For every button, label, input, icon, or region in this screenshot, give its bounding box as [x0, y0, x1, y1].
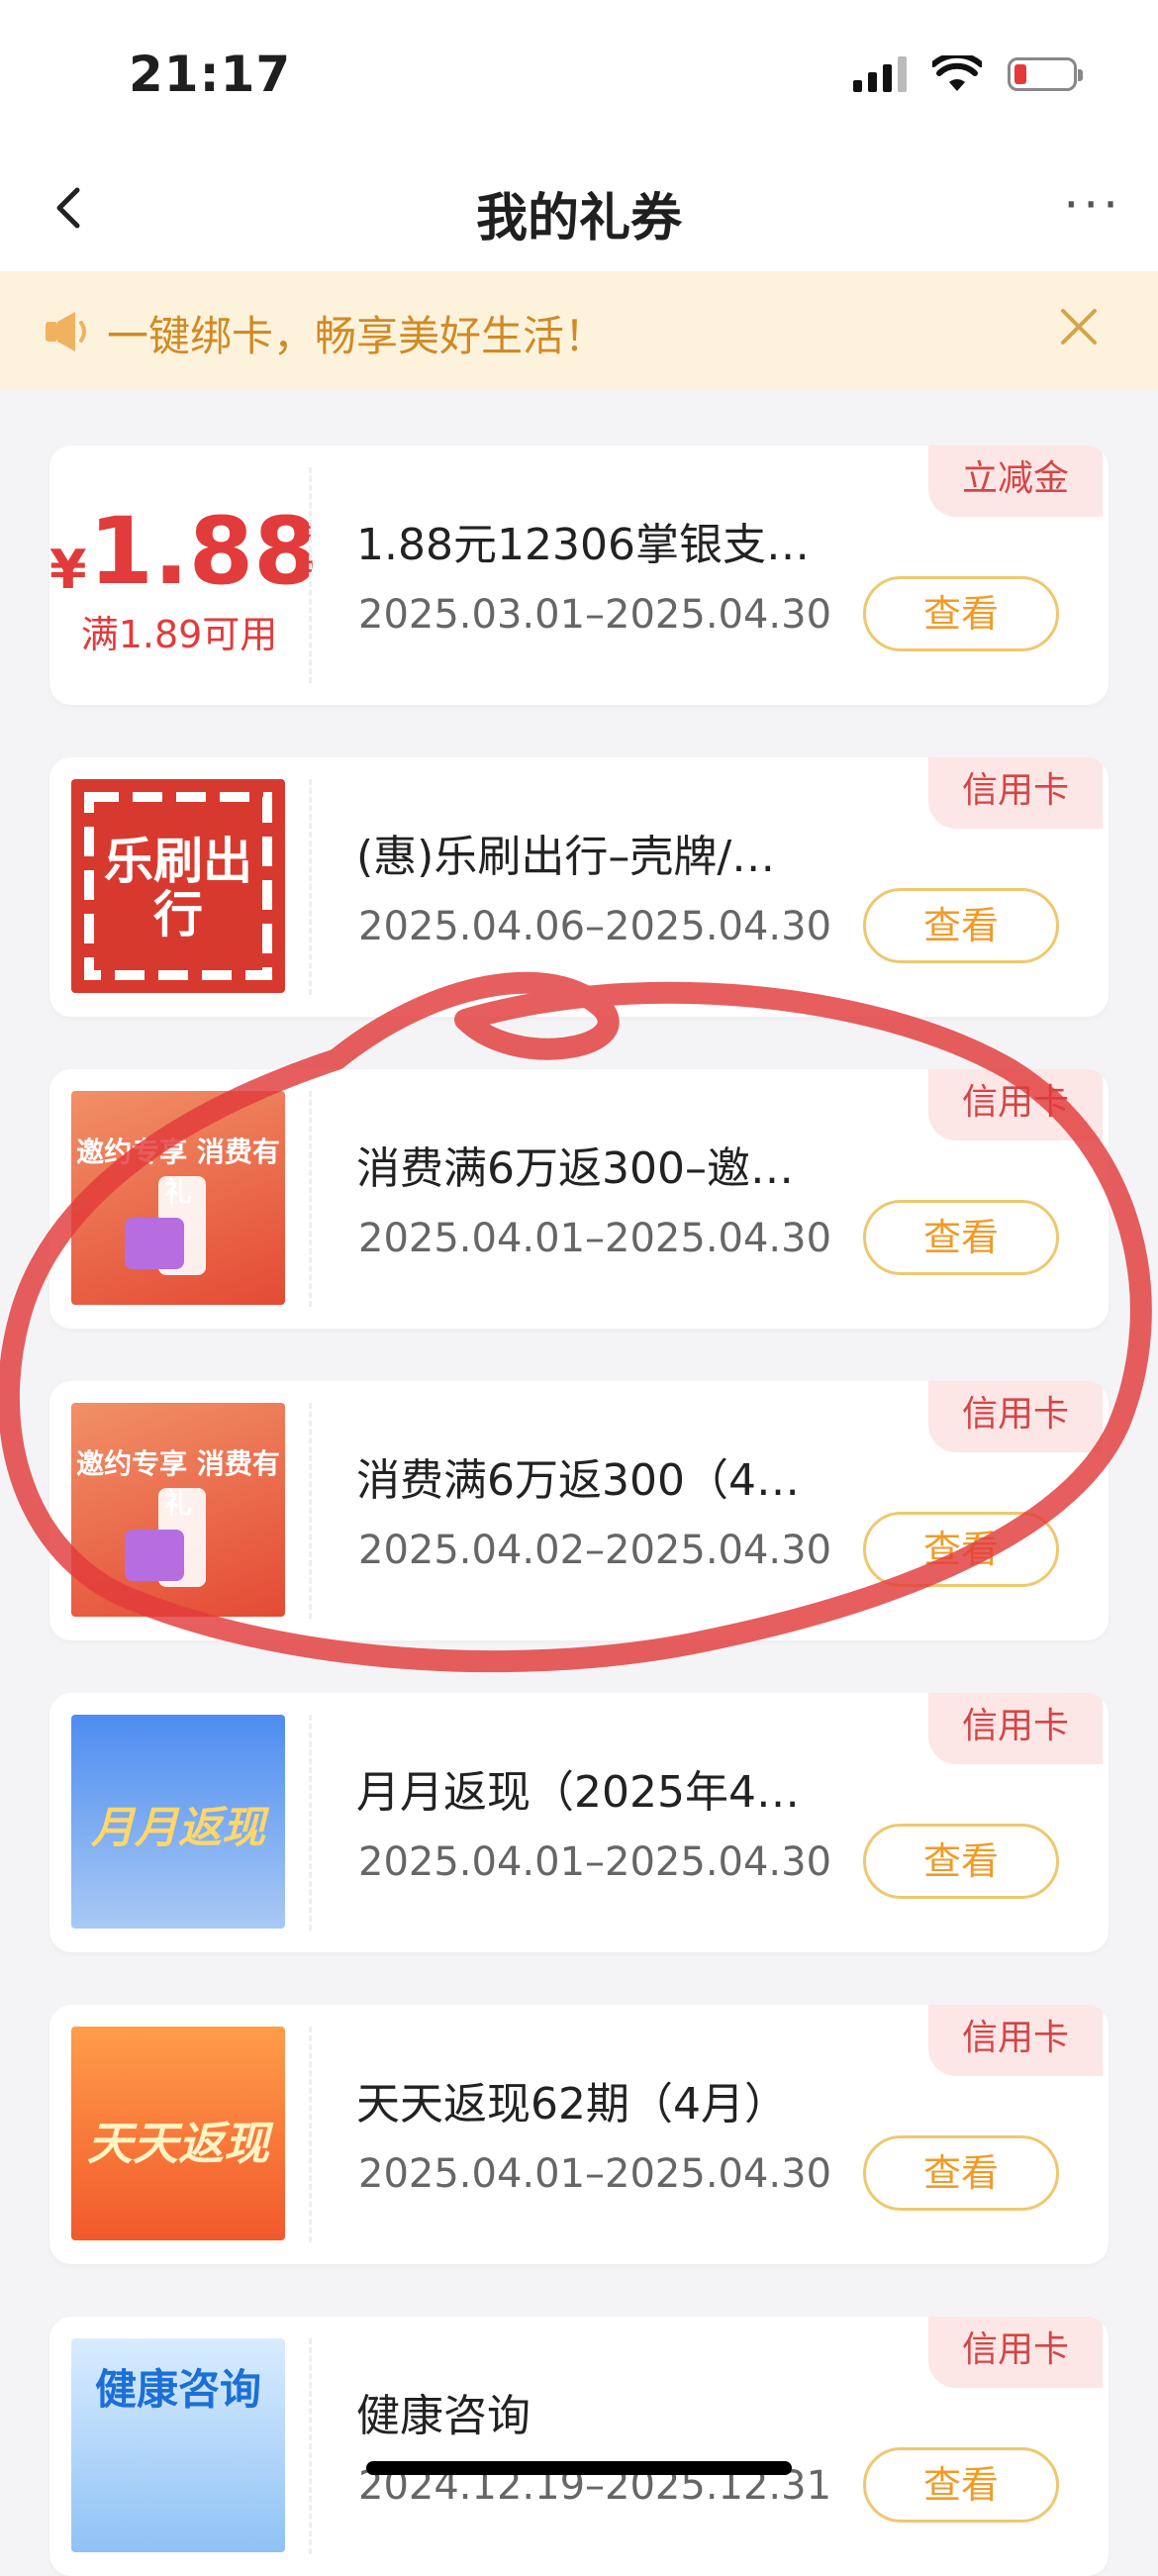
- view-button[interactable]: 查看: [863, 888, 1059, 963]
- card-divider: [309, 467, 312, 683]
- thumb-text: 健康咨询: [94, 2365, 261, 2414]
- coupon-title: 月月返现（2025年4…: [356, 1767, 800, 1818]
- coupon-thumbnail: 乐刷出行: [71, 779, 285, 993]
- coupon-type-badge: 信用卡: [928, 1069, 1103, 1140]
- view-button[interactable]: 查看: [863, 2447, 1059, 2523]
- coupon-type-badge: 信用卡: [928, 2317, 1103, 2388]
- card-divider: [309, 2338, 312, 2554]
- coupon-card[interactable]: 信用卡 健康咨询 健康咨询 2024.12.19–2025.12.31 查看: [49, 2317, 1109, 2576]
- status-time: 21:17: [129, 46, 292, 103]
- view-button[interactable]: 查看: [863, 1512, 1059, 1587]
- speaker-icon: [46, 312, 86, 351]
- view-button[interactable]: 查看: [863, 2135, 1059, 2211]
- card-divider: [309, 1091, 312, 1307]
- thumb-text: 乐刷出行: [104, 833, 252, 943]
- status-icons: [853, 55, 1083, 93]
- currency-symbol: ¥: [49, 539, 87, 601]
- coupon-thumbnail: 月月返现: [71, 1715, 285, 1929]
- card-divider: [309, 2027, 312, 2242]
- notice-banner[interactable]: 一键绑卡，畅享美好生活！: [0, 271, 1158, 390]
- view-button[interactable]: 查看: [863, 576, 1059, 651]
- coupon-card[interactable]: 信用卡 邀约专享 消费有礼 消费满6万返300–邀… 2025.04.01–20…: [49, 1069, 1109, 1329]
- notice-text: 一键绑卡，畅享美好生活！: [107, 312, 607, 360]
- coupon-validity: 2025.03.01–2025.04.30: [358, 592, 832, 638]
- more-options-icon[interactable]: ···: [1063, 176, 1122, 234]
- coupon-thumbnail: 邀约专享 消费有礼: [71, 1403, 285, 1617]
- coupon-card[interactable]: 信用卡 月月返现 月月返现（2025年4… 2025.04.01–2025.04…: [49, 1693, 1109, 1952]
- coupon-title: 天天返现62期（4月）: [356, 2079, 788, 2130]
- amount-condition: 满1.89可用: [80, 613, 278, 656]
- page-title: 我的礼券: [475, 189, 682, 248]
- coupon-card[interactable]: 立减金 ¥1.88 满1.89可用 1.88元12306掌银支… 2025.03…: [49, 446, 1109, 705]
- coupon-validity: 2025.04.01–2025.04.30: [358, 2151, 832, 2197]
- coupon-title: 1.88元12306掌银支…: [356, 520, 810, 570]
- view-button[interactable]: 查看: [863, 1824, 1059, 1899]
- amount-value: 1.88: [88, 498, 319, 606]
- coupon-thumbnail: 邀约专享 消费有礼: [71, 1091, 285, 1305]
- card-divider: [309, 1403, 312, 1619]
- coupon-title: 消费满6万返300（4…: [356, 1455, 800, 1506]
- coupon-thumbnail: 天天返现: [71, 2027, 285, 2240]
- home-indicator: [366, 2461, 792, 2475]
- coupon-validity: 2025.04.01–2025.04.30: [358, 1216, 832, 1261]
- cellular-signal-icon: [853, 56, 907, 92]
- thumb-text: 月月返现: [91, 1803, 265, 1853]
- card-divider: [309, 779, 312, 995]
- coupon-type-badge: 信用卡: [928, 1381, 1103, 1452]
- coupon-thumbnail: 健康咨询: [71, 2338, 285, 2552]
- thumb-text: 天天返现: [87, 2117, 269, 2170]
- coupon-title: (惠)乐刷出行–壳牌/…: [356, 832, 776, 882]
- coupon-title: 消费满6万返300–邀…: [356, 1143, 794, 1194]
- coupon-type-badge: 信用卡: [928, 1693, 1103, 1764]
- wifi-icon: [932, 55, 982, 91]
- coupon-amount: ¥1.88 满1.89可用: [49, 505, 319, 658]
- coupon-validity: 2025.04.01–2025.04.30: [358, 1839, 832, 1885]
- coupon-validity: 2025.04.06–2025.04.30: [358, 904, 832, 949]
- status-bar: 21:17: [0, 0, 1158, 149]
- coupon-type-badge: 立减金: [928, 446, 1103, 517]
- coupon-card[interactable]: 信用卡 乐刷出行 (惠)乐刷出行–壳牌/… 2025.04.06–2025.04…: [49, 757, 1109, 1017]
- battery-icon: [1008, 57, 1083, 91]
- coupon-card[interactable]: 信用卡 邀约专享 消费有礼 消费满6万返300（4… 2025.04.02–20…: [49, 1381, 1109, 1640]
- coupon-type-badge: 信用卡: [928, 757, 1103, 829]
- card-divider: [309, 1715, 312, 1931]
- coupon-title: 健康咨询: [356, 2391, 531, 2441]
- view-button[interactable]: 查看: [863, 1200, 1059, 1275]
- coupon-card[interactable]: 信用卡 天天返现 天天返现62期（4月） 2025.04.01–2025.04.…: [49, 2005, 1109, 2264]
- coupon-type-badge: 信用卡: [928, 2005, 1103, 2076]
- coupon-validity: 2025.04.02–2025.04.30: [358, 1528, 832, 1573]
- close-icon[interactable]: [1053, 301, 1105, 352]
- nav-bar: 我的礼券 ···: [0, 149, 1158, 271]
